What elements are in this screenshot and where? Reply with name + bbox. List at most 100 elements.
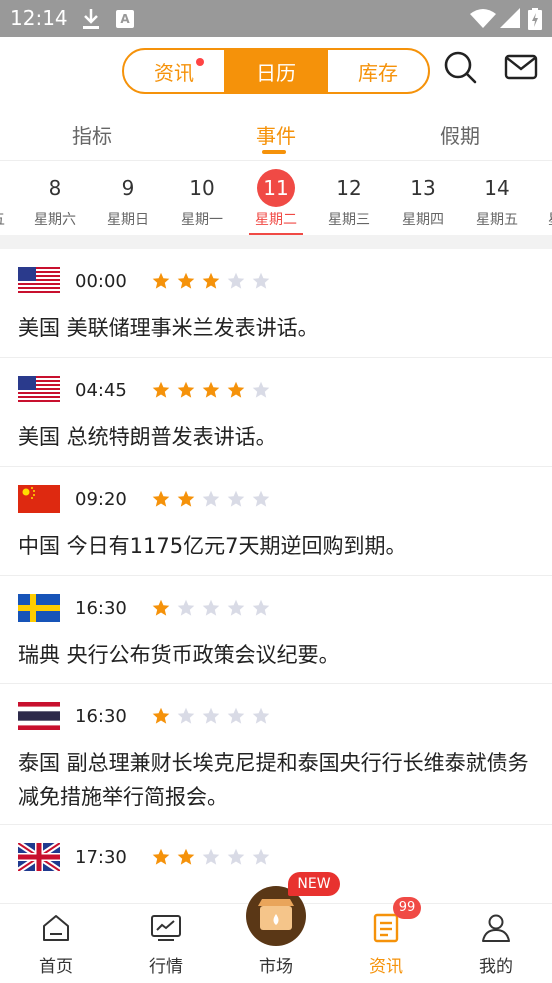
star-filled-icon xyxy=(202,272,220,289)
tab-news-label: 资讯 xyxy=(154,60,194,85)
date-item-selected[interactable]: 11 星期二 xyxy=(241,169,311,235)
flag-th-icon xyxy=(18,702,60,730)
date-number: 10 xyxy=(189,176,215,200)
star-empty-icon xyxy=(227,490,245,507)
date-item[interactable]: 星 xyxy=(535,169,552,229)
nav-news-label: 资讯 xyxy=(369,957,403,977)
nav-profile-label: 我的 xyxy=(479,957,513,977)
nav-quotes-label: 行情 xyxy=(149,957,183,977)
date-item[interactable]: 10 星期一 xyxy=(167,169,237,229)
star-empty-icon xyxy=(252,381,270,398)
date-weekday: 星期六 xyxy=(34,212,76,228)
nav-quotes[interactable]: 行情 xyxy=(126,910,206,977)
event-time: 16:30 xyxy=(75,598,127,619)
star-empty-icon xyxy=(252,490,270,507)
star-filled-icon xyxy=(202,381,220,398)
subtab-events[interactable]: 事件 xyxy=(226,120,326,149)
date-number: 13 xyxy=(410,176,436,200)
nav-market-label: 市场 xyxy=(259,957,293,977)
star-filled-icon xyxy=(152,707,170,724)
event-description: 美国 总统特朗普发表讲话。 xyxy=(18,425,277,449)
date-item[interactable]: 14 星期五 xyxy=(462,169,532,229)
wifi-icon xyxy=(470,9,496,28)
event-row[interactable]: 09:20 中国 今日有1175亿元7天期逆回购到期。 xyxy=(0,467,552,576)
status-bar: 12:14 A xyxy=(0,0,552,37)
event-row[interactable]: 04:45 美国 总统特朗普发表讲话。 xyxy=(0,358,552,467)
battery-icon xyxy=(528,8,542,30)
nav-home[interactable]: 首页 xyxy=(16,910,96,977)
date-item[interactable]: 12 星期三 xyxy=(314,169,384,229)
tab-calendar[interactable]: 日历 xyxy=(224,50,326,92)
star-empty-icon xyxy=(252,848,270,865)
star-filled-icon xyxy=(177,848,195,865)
tab-calendar-label: 日历 xyxy=(256,60,296,85)
tab-news[interactable]: 资讯 xyxy=(124,50,224,92)
search-icon[interactable] xyxy=(443,50,477,84)
date-number: 11 xyxy=(257,169,295,207)
date-weekday: 星期日 xyxy=(107,212,149,228)
event-time: 09:20 xyxy=(75,489,127,510)
nav-profile[interactable]: 我的 xyxy=(456,910,536,977)
date-number: 12 xyxy=(336,176,362,200)
event-description: 美国 美联储理事米兰发表讲话。 xyxy=(18,316,319,340)
flag-cn-icon xyxy=(18,485,60,513)
event-row[interactable]: 00:00 美国 美联储理事米兰发表讲话。 xyxy=(0,249,552,358)
date-item[interactable]: 五 xyxy=(0,169,18,229)
star-filled-icon xyxy=(152,272,170,289)
event-time: 00:00 xyxy=(75,271,127,292)
chart-icon xyxy=(151,915,181,941)
tab-inventory-label: 库存 xyxy=(358,60,398,85)
date-number: 9 xyxy=(121,176,135,200)
profile-icon xyxy=(482,914,510,942)
home-icon xyxy=(43,915,69,941)
star-empty-icon xyxy=(177,599,195,616)
event-time: 17:30 xyxy=(75,847,127,868)
nav-home-label: 首页 xyxy=(39,957,73,977)
subtab-indicators[interactable]: 指标 xyxy=(42,120,142,149)
star-filled-icon xyxy=(152,381,170,398)
signal-icon xyxy=(500,8,520,28)
star-filled-icon xyxy=(152,848,170,865)
flag-us-icon xyxy=(18,376,60,404)
date-strip[interactable]: 五 8 星期六 9 星期日 10 星期一 11 星期二 12 星期三 13 星期… xyxy=(0,161,552,235)
status-time: 12:14 xyxy=(10,6,68,30)
mail-icon[interactable] xyxy=(504,50,538,84)
date-number: 8 xyxy=(48,176,62,200)
a-app-icon: A xyxy=(116,10,134,28)
star-empty-icon xyxy=(202,707,220,724)
notification-dot xyxy=(196,58,204,66)
date-weekday: 星期二 xyxy=(255,212,297,228)
header-segmented-control: 资讯 日历 库存 xyxy=(122,48,430,94)
star-empty-icon xyxy=(252,272,270,289)
date-weekday: 星期三 xyxy=(328,212,370,228)
new-badge: NEW xyxy=(288,872,340,896)
importance-stars xyxy=(152,848,270,866)
date-item[interactable]: 13 星期四 xyxy=(388,169,458,229)
nav-news[interactable]: 资讯 xyxy=(346,910,426,977)
star-empty-icon xyxy=(227,272,245,289)
importance-stars xyxy=(152,490,270,508)
subtab-holidays[interactable]: 假期 xyxy=(410,120,510,149)
star-empty-icon xyxy=(177,707,195,724)
news-count-badge: 99 xyxy=(393,897,421,919)
importance-stars xyxy=(152,707,270,725)
star-empty-icon xyxy=(227,848,245,865)
date-weekday: 星期一 xyxy=(181,212,223,228)
date-weekday: 星期五 xyxy=(476,212,518,228)
event-time: 04:45 xyxy=(75,380,127,401)
event-row[interactable]: 16:30 瑞典 央行公布货币政策会议纪要。 xyxy=(0,576,552,684)
star-filled-icon xyxy=(152,599,170,616)
star-filled-icon xyxy=(152,490,170,507)
flag-se-icon xyxy=(18,594,60,622)
date-weekday: 星期四 xyxy=(402,212,444,228)
star-empty-icon xyxy=(227,599,245,616)
star-empty-icon xyxy=(202,599,220,616)
event-row[interactable]: 16:30 泰国 副总理兼财长埃克尼提和泰国央行行长维泰就债务减免措施举行简报会。 xyxy=(0,684,552,825)
star-empty-icon xyxy=(252,707,270,724)
section-gap xyxy=(0,235,552,249)
star-filled-icon xyxy=(177,272,195,289)
tab-inventory[interactable]: 库存 xyxy=(326,50,428,92)
date-item[interactable]: 8 星期六 xyxy=(20,169,90,229)
event-description: 中国 今日有1175亿元7天期逆回购到期。 xyxy=(18,534,407,558)
date-item[interactable]: 9 星期日 xyxy=(93,169,163,229)
